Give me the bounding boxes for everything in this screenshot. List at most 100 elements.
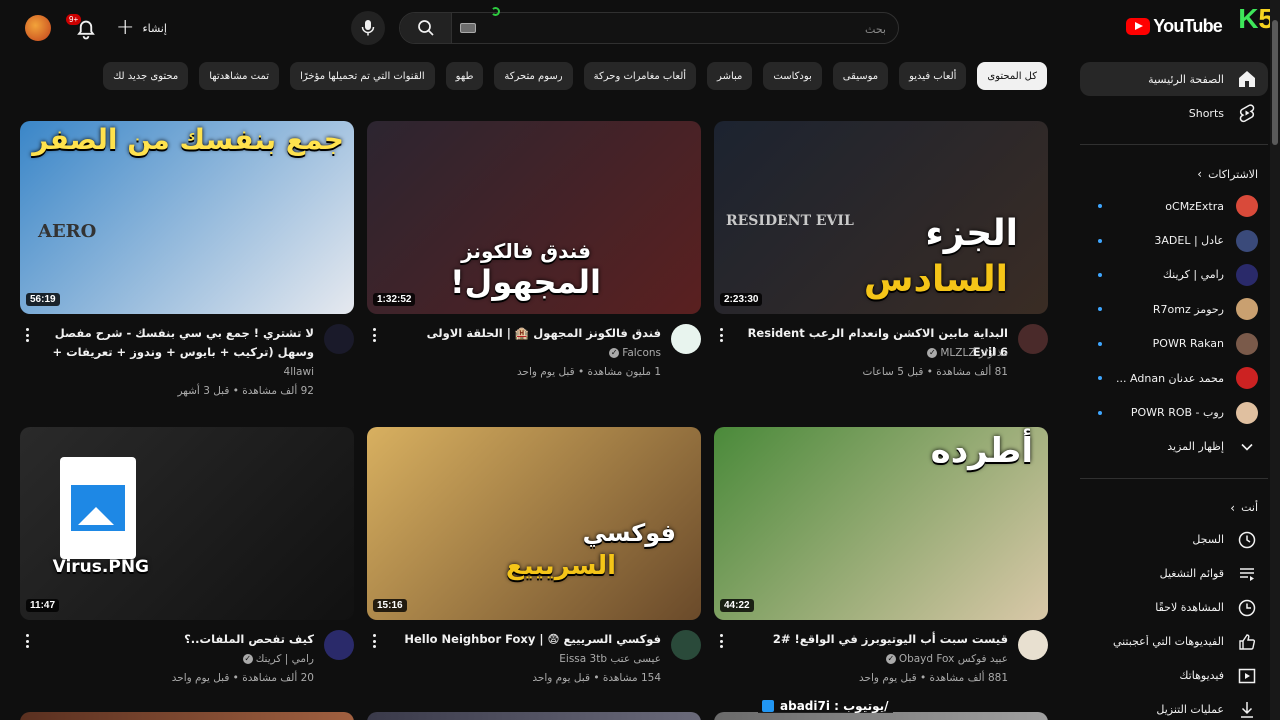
channel-name-text: 4llawi [283,366,314,378]
more-actions-icon[interactable] [367,326,381,344]
video-title[interactable]: قيست سبت أب اليوتيوبرز في الواقع! #2 [740,630,1008,649]
video-thumbnail[interactable]: فوكسي السريييع 15:16 [367,427,701,620]
partial-thumbnail[interactable] [20,712,354,720]
filter-chip[interactable]: بودكاست [763,62,822,90]
subscriptions-list: oCMzExtra عادل | 3ADEL رامي | كرينك رحومز R… [1080,189,1268,430]
sidebar-item-home[interactable]: الصفحة الرئيسية [1080,62,1268,96]
filter-chip[interactable]: تمت مشاهدتها [199,62,280,90]
sidebar-divider [1080,144,1268,145]
search-button[interactable] [400,13,452,43]
channel-name[interactable]: رامي | كرينك✓ [242,653,314,665]
subscription-item[interactable]: POWR Rakan [1080,327,1268,361]
video-duration: 11:47 [26,599,60,612]
youtube-logo[interactable]: YouTube [1126,16,1223,37]
filter-chip[interactable]: القنوات التي تم تحميلها مؤخرًا [290,62,435,90]
filter-chip[interactable]: كل المحتوى [977,62,1047,90]
filter-chip[interactable]: طهو [445,62,484,90]
video-card[interactable]: أطرده 44:22 قيست سبت أب اليوتيوبرز في الوا… [714,427,1048,700]
subscription-item[interactable]: رامي | كرينك [1080,258,1268,292]
subscription-item[interactable]: عادل | 3ADEL [1080,223,1268,257]
video-card[interactable]: فوكسي السريييع 15:16 فوكسي السريييع 😨 | Hel… [367,427,701,700]
video-title[interactable]: فندق فالكونز المجهول 🏨 | الحلقة الاولى [393,324,661,343]
verified-icon: ✓ [927,348,938,358]
channel-name[interactable]: Falcons✓ [609,347,661,359]
video-meta: لا تشتري ! جمع بي سي بنفسك - شرح مفصل وس… [20,324,354,397]
video-title[interactable]: لا تشتري ! جمع بي سي بنفسك - شرح مفصل وس… [46,324,314,362]
subscription-item[interactable]: محمد عدنان Adnan ... [1080,361,1268,395]
notifications-button[interactable]: 9+ [66,14,100,42]
channel-name[interactable]: 4llawi [284,366,314,378]
plus-icon: + [116,15,135,40]
video-card[interactable]: جمع بنفسك من الصفر AERO 56:19 لا تشتري ! جم… [20,121,354,397]
filter-chip[interactable]: ألعاب مغامرات وحركة [583,62,697,90]
video-meta: البداية مابين الاكشن وانعدام الرعب Resid… [714,324,1048,394]
thumbnail-text: الجزء [925,213,1018,254]
subscriptions-header[interactable]: الاشتراكات › [1080,159,1268,189]
sidebar-item-shorts[interactable]: Shorts [1080,96,1268,130]
sidebar-item-like[interactable]: الفيديوهات التي أعجبتني [1080,625,1268,659]
video-stats: 20 ألف مشاهدة • قبل يوم واحد [171,672,314,684]
channel-avatar[interactable] [324,324,354,354]
you-header[interactable]: أنت › [1080,493,1268,523]
search-input[interactable] [506,19,886,39]
channel-name[interactable]: عيسى عتب Eissa 3tb [559,653,661,665]
subscription-item[interactable]: رحومز R7omz [1080,292,1268,326]
new-content-dot [1098,272,1102,277]
channel-name[interactable]: عبيد فوكس Obayd Fox✓ [885,653,1008,665]
video-title[interactable]: فوكسي السريييع 😨 | Hello Neighbor Foxy [393,630,661,649]
channel-avatar[interactable] [1018,324,1048,354]
filter-chip[interactable]: موسيقى [832,62,889,90]
video-thumbnail[interactable]: الجزء السادس RESIDENT EVIL 2:23:30 [714,121,1048,314]
channel-avatar [1236,195,1258,218]
subscription-item[interactable]: oCMzExtra [1080,189,1268,223]
filter-chip[interactable]: ألعاب فيديو [899,62,967,90]
new-content-dot [1098,341,1102,346]
partial-thumbnail[interactable] [714,712,1048,720]
filter-chip[interactable]: مباشر [707,62,753,90]
subscription-label: POWR Rakan [1152,337,1224,351]
filter-chip[interactable]: محتوى جديد لك [103,62,189,90]
more-actions-icon[interactable] [20,326,34,344]
sidebar-item-label: قوائم التشغيل [1159,567,1224,581]
chevron-down-icon [1236,436,1258,458]
sidebar-item-playlists[interactable]: قوائم التشغيل [1080,557,1268,591]
subscription-item[interactable]: روب - POWR ROB [1080,395,1268,429]
video-thumbnail[interactable]: أطرده 44:22 [714,427,1048,620]
more-actions-icon[interactable] [714,632,728,650]
sidebar-item-history[interactable]: السجل [1080,523,1268,557]
thumbnail-brand-text: AERO [38,221,97,242]
account-avatar[interactable] [25,15,51,41]
video-title[interactable]: كيف تفحص الملفات..؟ [46,630,314,649]
channel-avatar[interactable] [324,630,354,660]
new-content-dot [1098,376,1102,381]
video-thumbnail[interactable]: Virus.PNG 11:47 [20,427,354,620]
more-actions-icon[interactable] [714,326,728,344]
chevron-left-icon: › [1197,167,1203,181]
sidebar-item-download[interactable]: عمليات التنزيل [1080,693,1268,720]
video-thumbnail[interactable]: فندق فالكونز المجهول! 1:32:52 [367,121,701,314]
keyboard-icon[interactable] [460,23,476,33]
more-actions-icon[interactable] [367,632,381,650]
create-button[interactable]: إنشاء + [116,12,167,44]
video-card[interactable]: الجزء السادس RESIDENT EVIL 2:23:30 البداية م… [714,121,1048,394]
channel-avatar[interactable] [671,630,701,660]
video-card[interactable]: Virus.PNG 11:47 كيف تفحص الملفات..؟ رامي | … [20,427,354,700]
channel-avatar[interactable] [671,324,701,354]
video-card[interactable]: فندق فالكونز المجهول! 1:32:52 فندق فالكونز … [367,121,701,394]
channel-name[interactable]: مذلزلز MLZLZ✓ [927,347,1008,359]
page-scrollbar[interactable] [1270,0,1280,720]
filter-chips: كل المحتوى ألعاب فيديو موسيقى بودكاست مباشر أ… [103,62,1047,90]
more-actions-icon[interactable] [20,632,34,650]
channel-name-text: مذلزلز MLZLZ [940,347,1008,359]
new-content-dot [1098,238,1102,243]
voice-search-button[interactable] [351,11,385,45]
scrollbar-thumb[interactable] [1272,20,1278,145]
partial-thumbnail[interactable] [367,712,701,720]
notification-badge: 9+ [66,14,82,25]
channel-avatar[interactable] [1018,630,1048,660]
video-thumbnail[interactable]: جمع بنفسك من الصفر AERO 56:19 [20,121,354,314]
filter-chip[interactable]: رسوم متحركة [494,62,573,90]
sidebar-item-watch-later[interactable]: المشاهدة لاحقًا [1080,591,1268,625]
show-more-button[interactable]: إظهار المزيد [1080,430,1268,464]
sidebar-item-your-videos[interactable]: فيديوهاتك [1080,659,1268,693]
